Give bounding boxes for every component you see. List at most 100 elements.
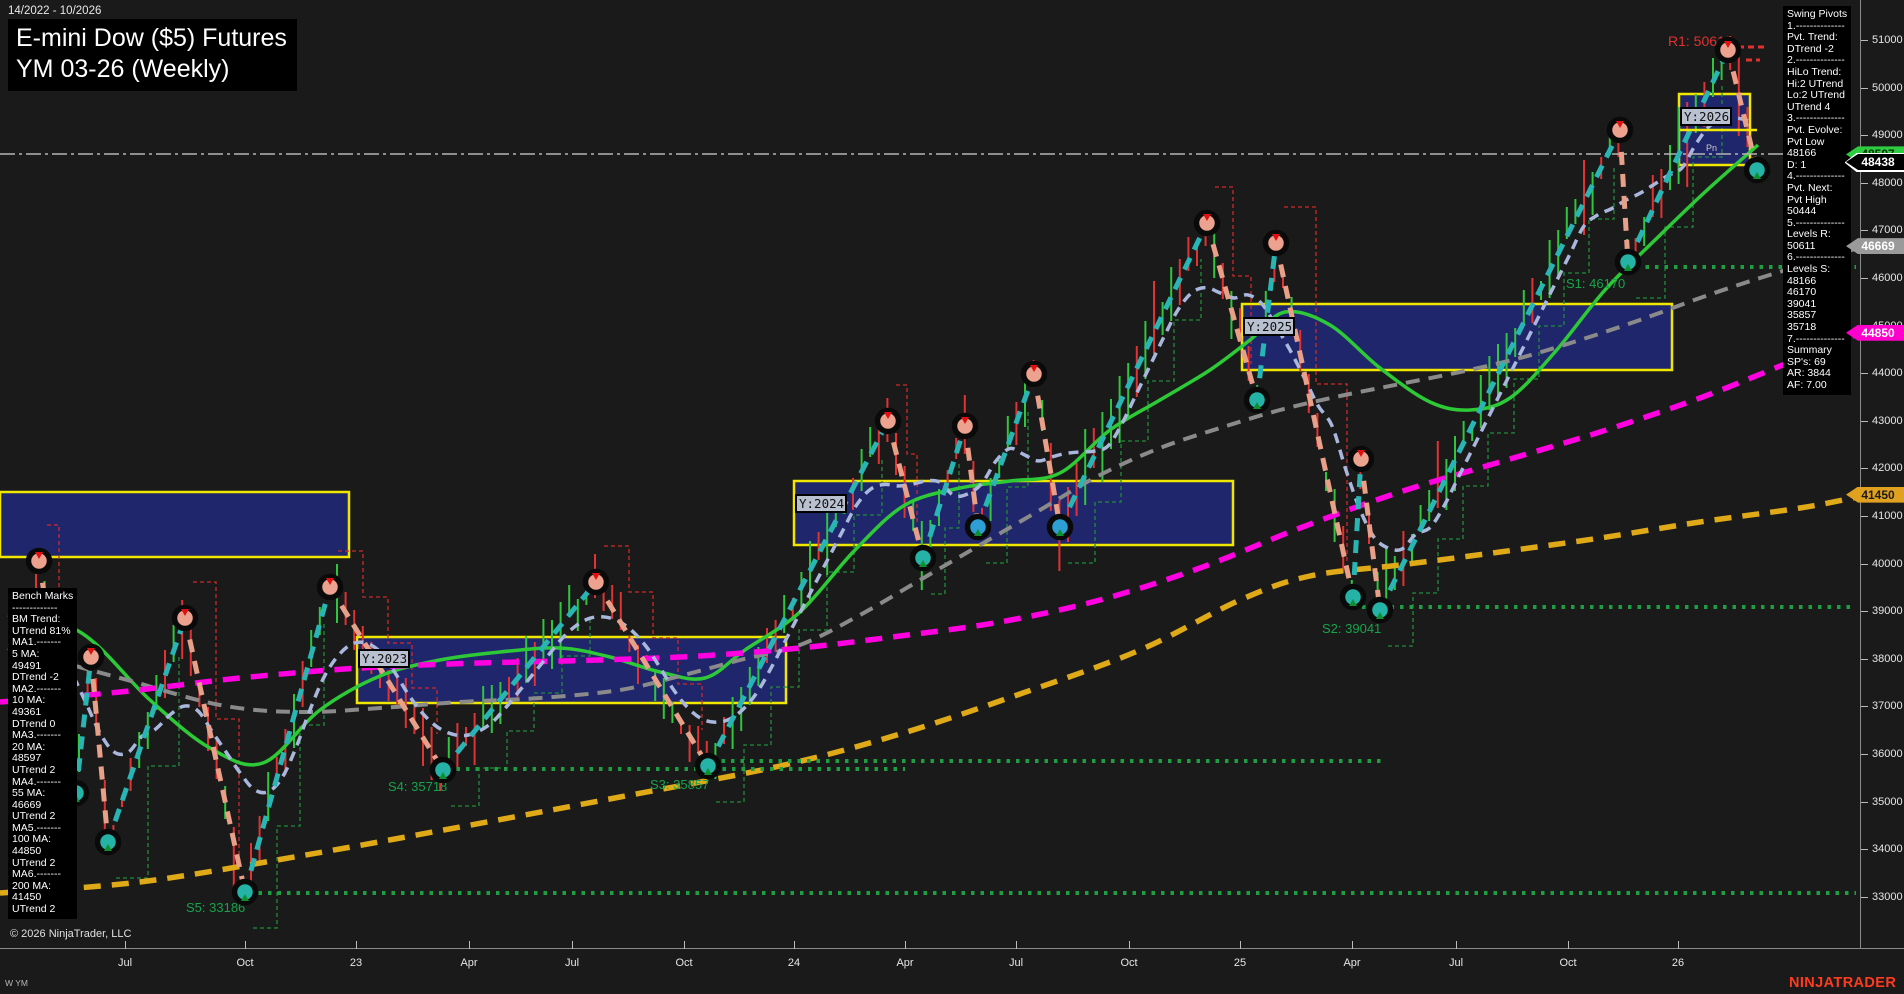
time-axis-tick — [1568, 941, 1569, 949]
year-range-box — [0, 492, 349, 557]
instrument-tag: W YM — [5, 978, 28, 988]
price-axis-tick — [1861, 564, 1868, 565]
time-axis-tick — [356, 941, 357, 949]
panel-line: HiLo Trend: — [1787, 67, 1847, 79]
time-axis[interactable]: JulOct23AprJulOct24AprJulOct25AprJulOct2… — [0, 948, 1904, 994]
time-axis-label: Jul — [565, 957, 579, 969]
panel-line: UTrend 2 — [12, 765, 73, 777]
time-axis-tick — [1240, 941, 1241, 949]
price-axis-tick — [1861, 40, 1868, 41]
swing-down-leg — [91, 657, 108, 842]
level-label-s2: S2: 39041 — [1322, 621, 1381, 636]
time-axis-label: 24 — [788, 957, 800, 969]
time-axis-tick — [1016, 941, 1017, 949]
panel-line: Levels S: — [1787, 264, 1847, 276]
price-axis-tick — [1861, 706, 1868, 707]
time-axis-label: 26 — [1672, 957, 1684, 969]
panel-line: 55 MA: — [12, 788, 73, 800]
price-axis-label: 38000 — [1872, 653, 1903, 665]
panel-line: Lo:2 UTrend — [1787, 90, 1847, 102]
time-axis-label: 25 — [1234, 957, 1246, 969]
panel-line: 35718 — [1787, 322, 1847, 334]
price-axis-label: 35000 — [1872, 796, 1903, 808]
price-badge-41450: 41450 — [1846, 487, 1904, 503]
price-axis-label: 50000 — [1872, 82, 1903, 94]
price-axis-tick — [1861, 421, 1868, 422]
price-axis-label: 49000 — [1872, 129, 1903, 141]
time-axis-tick — [245, 941, 246, 949]
panel-line: 49361 — [12, 707, 73, 719]
price-axis-label: 46000 — [1872, 272, 1903, 284]
price-axis-label: 39000 — [1872, 605, 1903, 617]
time-axis-tick — [684, 941, 685, 949]
price-axis-label: 41000 — [1872, 510, 1903, 522]
panel-line: Pvt. Next: — [1787, 183, 1847, 195]
price-axis-tick — [1861, 611, 1868, 612]
price-axis-label: 34000 — [1872, 843, 1903, 855]
instrument-title-line2: YM 03-26 (Weekly) — [16, 54, 287, 85]
time-axis-label: Apr — [460, 957, 477, 969]
level-label-s1: S1: 46170 — [1566, 276, 1625, 291]
time-axis-tick — [905, 941, 906, 949]
panel-line: MA3.------- — [12, 730, 73, 742]
price-axis-tick — [1861, 897, 1868, 898]
price-badge-44850: 44850 — [1846, 325, 1904, 341]
swing-up-leg — [108, 618, 185, 842]
price-axis-label: 37000 — [1872, 700, 1903, 712]
price-chart-canvas[interactable]: R1: 50611S1: 46170S2: 39041S3: 35857S4: … — [0, 0, 1904, 994]
price-axis-tick — [1861, 468, 1868, 469]
panel-line: 5 MA: — [12, 649, 73, 661]
price-axis[interactable]: 5100050000490004800047000460004500044000… — [1860, 0, 1904, 948]
price-axis-label: 36000 — [1872, 748, 1903, 760]
swing-down-leg — [1276, 243, 1353, 597]
price-axis-label: 43000 — [1872, 415, 1903, 427]
panel-line: Pvt. Evolve: — [1787, 125, 1847, 137]
price-axis-tick — [1861, 516, 1868, 517]
price-axis-tick — [1861, 183, 1868, 184]
trail-stop-steps — [1284, 207, 1347, 561]
level-label-s5: S5: 33186 — [186, 900, 245, 915]
time-axis-tick — [1352, 941, 1353, 949]
price-axis-tick — [1861, 135, 1868, 136]
ninjatrader-chart-window: R1: 50611S1: 46170S2: 39041S3: 35857S4: … — [0, 0, 1904, 994]
time-axis-tick — [1129, 941, 1130, 949]
price-axis-tick — [1861, 230, 1868, 231]
time-axis-label: Jul — [1449, 957, 1463, 969]
panel-line: AF: 7.00 — [1787, 380, 1847, 392]
price-axis-tick — [1861, 659, 1868, 660]
date-range-label: 14/2022 - 10/2026 — [8, 5, 297, 17]
price-axis-label: 40000 — [1872, 558, 1903, 570]
time-axis-label: Oct — [236, 957, 253, 969]
chart-header: 14/2022 - 10/2026 E-mini Dow ($5) Future… — [8, 5, 297, 91]
price-badge-48438: 48438 — [1846, 154, 1904, 170]
price-axis-label: 47000 — [1872, 224, 1903, 236]
price-axis-tick — [1861, 88, 1868, 89]
trail-stop-steps — [1388, 166, 1614, 646]
price-axis-tick — [1861, 754, 1868, 755]
swing-up-leg — [245, 587, 330, 892]
time-axis-tick — [469, 941, 470, 949]
level-label-s3: S3: 35857 — [650, 777, 709, 792]
year-label-text: Y:2024 — [799, 496, 844, 511]
instrument-title-line1: E-mini Dow ($5) Futures — [16, 23, 287, 54]
time-axis-label: Jul — [118, 957, 132, 969]
price-axis-label: 42000 — [1872, 462, 1903, 474]
panel-line: UTrend 2 — [12, 904, 73, 916]
panel-line: 48166 — [1787, 148, 1847, 160]
year-label-text: Y:2023 — [362, 651, 407, 666]
price-axis-label: 44000 — [1872, 367, 1903, 379]
trail-stop-steps — [193, 582, 239, 856]
time-axis-label: 23 — [350, 957, 362, 969]
time-axis-tick — [1678, 941, 1679, 949]
time-axis-tick — [572, 941, 573, 949]
price-axis-label: 33000 — [1872, 891, 1903, 903]
swing-up-leg — [1353, 459, 1361, 597]
swing-down-leg — [1620, 130, 1628, 262]
time-axis-label: Apr — [1343, 957, 1360, 969]
panel-line: 50444 — [1787, 206, 1847, 218]
instrument-title: E-mini Dow ($5) Futures YM 03-26 (Weekly… — [8, 19, 297, 91]
swing-up-leg — [708, 421, 888, 766]
panel-line: DTrend -2 — [12, 672, 73, 684]
panel-line: 44850 — [12, 846, 73, 858]
time-axis-label: Oct — [675, 957, 692, 969]
